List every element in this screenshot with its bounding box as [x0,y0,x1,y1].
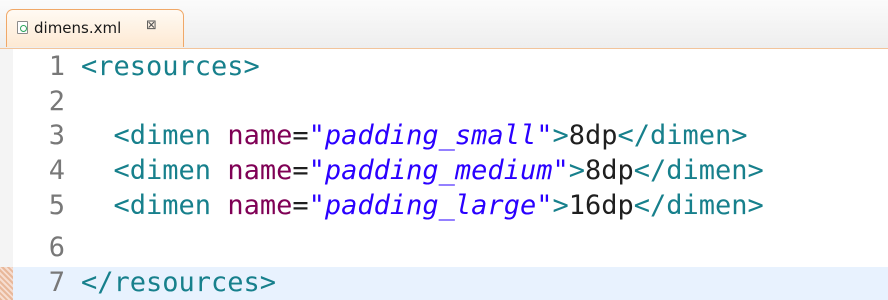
code-text: <dimen name="padding_medium">8dp</dimen> [81,154,764,188]
token-tag: > [552,190,569,221]
token-val: "padding_large" [308,190,553,221]
line-number: 5 [48,190,65,221]
token-text: 8dp [584,155,634,186]
token-tag: </dimen> [633,190,764,221]
token-tag: <dimen [113,190,212,221]
token-punct [211,190,227,221]
code-editor[interactable]: 1 <resources> 2 3 <dimen name="padding_smal… [0,49,888,300]
tab-dimens-xml[interactable]: dimens.xml ⊠ [6,9,184,47]
token-punct: = [292,155,309,186]
token-tag: > [552,120,569,151]
code-text: <dimen name="padding_large">16dp</dimen> [81,189,764,223]
code-line[interactable]: 4 <dimen name="padding_medium">8dp</dime… [13,154,888,188]
code-text: </resources> [81,266,276,300]
code-line[interactable]: 2 [13,85,888,119]
token-punct [81,190,114,221]
token-punct: = [292,120,309,151]
token-tag: </dimen> [617,120,748,151]
line-number: 7 [48,267,65,298]
token-attr: name [227,190,293,221]
code-line[interactable]: 1 <resources> [13,50,888,84]
code-line[interactable]: 7 </resources> [13,266,888,300]
line-number: 3 [48,120,65,151]
token-tag: </resources> [81,267,277,298]
token-punct [211,120,227,151]
line-number: 2 [48,86,65,117]
token-punct [81,120,114,151]
token-val: "padding_small" [308,120,553,151]
token-tag: <dimen [113,120,212,151]
close-icon[interactable]: ⊠ [146,18,157,33]
token-attr: name [227,155,293,186]
token-punct: = [292,190,309,221]
line-number: 1 [48,51,65,82]
line-number: 4 [48,155,65,186]
code-line[interactable]: 3 <dimen name="padding_small">8dp</dimen… [13,119,888,153]
annotation-ruler [0,49,13,300]
code-text: <dimen name="padding_small">8dp</dimen> [81,119,748,153]
token-tag: > [568,155,585,186]
line-number: 6 [48,232,65,263]
change-marker [0,267,13,300]
token-text: 16dp [568,190,634,221]
xml-file-icon [17,21,28,34]
editor-tab-bar: dimens.xml ⊠ [0,0,888,49]
token-punct [211,155,227,186]
code-text: <resources> [81,50,260,84]
token-val: "padding_medium" [308,155,569,186]
token-punct [81,155,114,186]
tab-label: dimens.xml [34,19,122,37]
token-tag: <dimen [113,155,212,186]
code-line[interactable]: 5 <dimen name="padding_large">16dp</dime… [13,189,888,223]
code-line[interactable]: 6 [13,231,888,265]
token-tag: </dimen> [633,155,764,186]
token-attr: name [227,120,293,151]
token-tag: <resources> [81,51,260,82]
token-text: 8dp [568,120,618,151]
